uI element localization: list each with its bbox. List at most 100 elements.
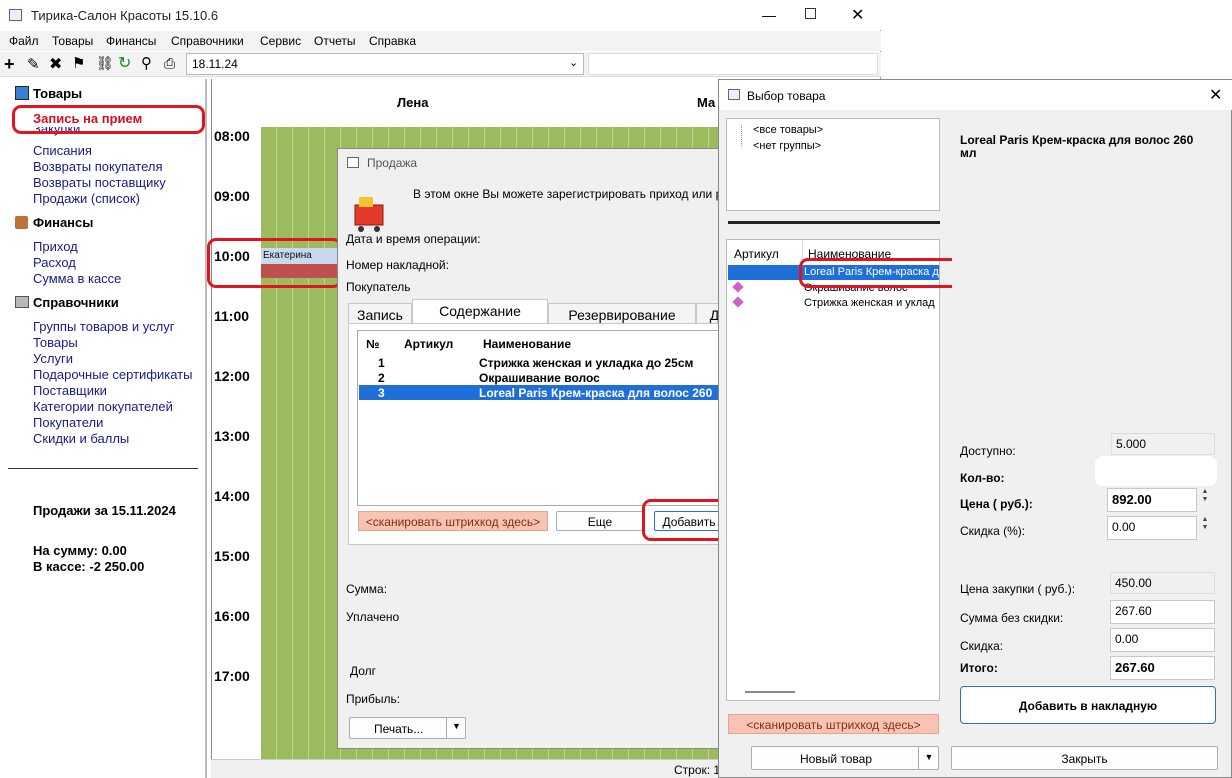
close-icon[interactable]: ✕ xyxy=(1209,85,1222,105)
new-product-label: Новый товар xyxy=(800,752,872,766)
sidebar-item-customer-categories[interactable]: Категории покупателей xyxy=(33,399,173,414)
sidebar-item-customer-returns[interactable]: Возвраты покупателя xyxy=(33,159,163,174)
date-select[interactable]: 18.11.24 ⌄ xyxy=(186,53,584,75)
sidebar-item-cash[interactable]: Сумма в кассе xyxy=(33,271,121,286)
hour-1300: 13:00 xyxy=(214,428,250,444)
list-item[interactable]: Окрашивание волос xyxy=(728,281,939,296)
col-header-article: Артикул xyxy=(404,337,454,351)
add-to-invoice-button[interactable]: Добавить в накладную xyxy=(960,686,1216,724)
scan-barcode-field[interactable]: <сканировать штрихкод здесь> xyxy=(728,714,939,734)
flag-icon[interactable]: ⚑ xyxy=(72,54,85,72)
print-button[interactable]: Печать... ▼ xyxy=(349,717,466,739)
list-item[interactable]: Стрижка женская и уклад xyxy=(728,296,939,311)
group-tree: <все товары> <нет группы> xyxy=(726,118,940,211)
sidebar-item-purchases[interactable]: Закупки xyxy=(33,127,80,136)
price-field[interactable]: 892.00 xyxy=(1107,488,1197,512)
tab-content[interactable]: Содержание xyxy=(412,299,548,323)
chevron-down-icon[interactable]: ⌄ xyxy=(569,56,578,69)
product-details: Loreal Paris Крем-краска для волос 260 м… xyxy=(952,118,1225,738)
sidebar-item-goods[interactable]: Товары xyxy=(33,335,78,350)
qty-field[interactable] xyxy=(1095,456,1217,486)
maximize-icon[interactable] xyxy=(805,8,816,19)
sidebar-item-expense[interactable]: Расход xyxy=(33,255,76,270)
discount-pct-field[interactable]: 0.00 xyxy=(1107,516,1197,540)
table-row[interactable]: 2 Окрашивание волос xyxy=(358,370,735,385)
qty-label: Кол-во: xyxy=(960,471,1005,485)
appointment-block[interactable]: Екатерина xyxy=(261,248,341,278)
sidebar-item-groups[interactable]: Группы товаров и услуг xyxy=(33,319,175,334)
col-header-name: Наименование xyxy=(483,337,572,351)
close-button[interactable]: Закрыть xyxy=(951,746,1218,770)
list-scrollbar[interactable] xyxy=(745,691,795,693)
invoice-label: Номер накладной: xyxy=(346,258,449,272)
sidebar-item-services[interactable]: Услуги xyxy=(33,351,73,366)
sale-dialog-title: Продажа xyxy=(367,156,418,170)
row-number: 2 xyxy=(378,371,385,385)
dropdown-arrow-icon[interactable]: ▼ xyxy=(918,747,939,769)
list-item-name: Окрашивание волос xyxy=(804,282,908,294)
table-row-selected[interactable]: 3 Loreal Paris Крем-краска для волос 260 xyxy=(359,385,735,400)
add-icon[interactable]: + xyxy=(4,54,15,75)
print-icon[interactable]: ⎙ xyxy=(164,55,175,72)
sidebar-item-supplier-returns[interactable]: Возвраты поставщику xyxy=(33,175,166,190)
buyer-label: Покупатель xyxy=(346,280,411,294)
menu-file[interactable]: Файл xyxy=(9,34,39,48)
total-field[interactable]: 267.60 xyxy=(1110,656,1215,680)
minimize-icon[interactable]: — xyxy=(762,7,776,23)
link-icon[interactable]: ⛓ xyxy=(96,55,114,72)
tab-record[interactable]: Запись xyxy=(348,303,412,323)
delete-icon[interactable]: ✖ xyxy=(49,54,62,74)
datetime-label: Дата и время операции: xyxy=(346,232,481,246)
price-spinner[interactable]: ▲ ▼ xyxy=(1199,488,1211,512)
menu-finance[interactable]: Финансы xyxy=(106,34,156,48)
refresh-icon[interactable]: ↻ xyxy=(118,53,131,73)
menu-service[interactable]: Сервис xyxy=(260,34,301,48)
window-title: Тирика-Салон Красоты 15.10.6 xyxy=(31,8,219,23)
sum-no-discount-field[interactable]: 267.60 xyxy=(1110,600,1215,624)
discount-pct-label: Скидка (%): xyxy=(960,524,1026,538)
add-button[interactable]: Добавить xyxy=(654,511,724,531)
hour-1600: 16:00 xyxy=(214,608,250,624)
new-product-button[interactable]: Новый товар ▼ xyxy=(751,746,939,770)
hour-0800: 08:00 xyxy=(214,128,250,144)
refs-section-title: Справочники xyxy=(33,295,119,310)
search-icon[interactable]: ⚲ xyxy=(141,54,152,72)
sidebar-item-gift-certs[interactable]: Подарочные сертификаты xyxy=(33,367,192,382)
menu-help[interactable]: Справка xyxy=(369,34,416,48)
sidebar-item-sales-list[interactable]: Продажи (список) xyxy=(33,191,140,206)
edit-icon[interactable]: ✎ xyxy=(27,55,40,73)
list-item-name: Стрижка женская и уклад xyxy=(804,297,935,309)
menu-refs[interactable]: Справочники xyxy=(171,34,244,48)
tab-reservation[interactable]: Резервирование xyxy=(548,303,696,323)
dropdown-arrow-icon[interactable]: ▼ xyxy=(446,718,466,738)
menu-goods[interactable]: Товары xyxy=(52,34,93,48)
col-header-num: № xyxy=(366,337,380,351)
sidebar-item-appointments[interactable]: Запись на прием xyxy=(33,111,142,126)
toolbar: + ✎ ✖ ⚑ ⛓ ↻ ⚲ ⎙ 18.11.24 ⌄ xyxy=(0,52,881,77)
window-icon xyxy=(728,89,740,100)
more-button[interactable]: Еще xyxy=(556,511,644,531)
list-item-selected[interactable]: Loreal Paris Крем-краска дл xyxy=(728,265,939,280)
print-button-label: Печать... xyxy=(374,722,424,736)
hour-1700: 17:00 xyxy=(214,668,250,684)
discount-field[interactable]: 0.00 xyxy=(1110,628,1215,652)
tree-scrollbar[interactable] xyxy=(728,221,940,224)
tree-no-group[interactable]: <нет группы> xyxy=(753,140,821,152)
menu-reports[interactable]: Отчеты xyxy=(314,34,355,48)
secondary-select[interactable] xyxy=(588,53,878,75)
discount-label: Скидка: xyxy=(960,639,1004,653)
tree-all-goods[interactable]: <все товары> xyxy=(753,124,823,136)
cart-icon xyxy=(349,193,391,232)
refs-icon xyxy=(15,296,29,308)
sidebar-item-writeoffs[interactable]: Списания xyxy=(33,143,92,158)
sum-label: Сумма: xyxy=(346,582,388,596)
table-row[interactable]: 1 Стрижка женская и укладка до 25см xyxy=(358,355,735,370)
sidebar-item-suppliers[interactable]: Поставщики xyxy=(33,383,107,398)
sidebar-item-discounts[interactable]: Скидки и баллы xyxy=(33,431,129,446)
scan-barcode-field[interactable]: <сканировать штрихкод здесь> xyxy=(358,511,548,531)
hour-1000: 10:00 xyxy=(214,248,250,264)
close-icon[interactable]: ✕ xyxy=(851,5,864,25)
sidebar-item-customers[interactable]: Покупатели xyxy=(33,415,103,430)
sidebar-item-income[interactable]: Приход xyxy=(33,239,78,254)
discount-pct-spinner[interactable]: ▲ ▼ xyxy=(1199,516,1211,540)
